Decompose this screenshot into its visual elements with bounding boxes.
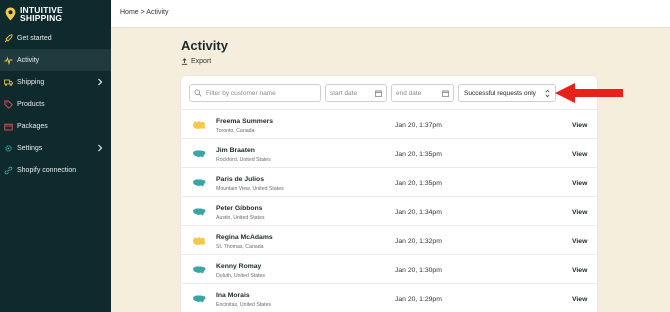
us-map-icon: [193, 179, 206, 187]
request-date: Jan 20, 1:29pm: [395, 296, 442, 303]
breadcrumb-home[interactable]: Home: [120, 9, 139, 16]
table-row: Jim Braaten Rockford, United States Jan 20…: [181, 138, 597, 167]
chevron-right-icon: [98, 144, 103, 152]
customer-location: Rockford, United States: [216, 157, 271, 163]
calendar-icon[interactable]: [375, 90, 382, 97]
select-arrows-icon: [545, 89, 550, 98]
view-link[interactable]: View: [572, 238, 587, 245]
sidebar-item-activity[interactable]: Activity: [0, 49, 111, 71]
sidebar-item-label: Packages: [17, 122, 48, 130]
us-map-icon: [193, 266, 206, 274]
table-row: Regina McAdams St. Thomas, Canada Jan 20, …: [181, 225, 597, 254]
customer-name: Kenny Romay: [216, 263, 262, 270]
customer-location: Encinitas, United States: [216, 302, 272, 308]
customer-name: Regina McAdams: [216, 234, 273, 241]
sidebar-item-packages[interactable]: Packages: [0, 115, 111, 137]
sidebar-nav: Get started Activity Shipping Products P…: [0, 27, 111, 181]
breadcrumb-separator: >: [140, 9, 145, 16]
export-button[interactable]: Export: [181, 58, 211, 65]
customer-name: Paris de Julios: [216, 176, 264, 183]
export-label: Export: [191, 58, 212, 65]
upload-icon: [181, 58, 188, 65]
request-date: Jan 20, 1:34pm: [395, 209, 442, 216]
activity-icon: [4, 55, 13, 65]
gear-icon: [4, 144, 13, 153]
brand-logo[interactable]: INTUITIVE SHIPPING: [0, 0, 111, 28]
sidebar-item-label: Settings: [17, 144, 43, 152]
customer-location: Austin, United States: [216, 215, 265, 221]
sidebar-item-get-started[interactable]: Get started: [0, 27, 111, 49]
link-icon: [4, 166, 13, 175]
table-row: Paris de Julios Mountain View, United Sta…: [181, 167, 597, 196]
activity-card: Successful requests only Freema Summers T…: [181, 76, 597, 312]
customer-name: Peter Gibbons: [216, 205, 263, 212]
end-date-field[interactable]: [391, 84, 454, 102]
top-bar: Home > Activity: [111, 0, 670, 28]
request-date: Jan 20, 1:37pm: [395, 122, 442, 129]
table-row: Ina Morais Encinitas, United States Jan 20…: [181, 283, 597, 312]
tag-icon: [4, 100, 13, 109]
customer-name: Ina Morais: [216, 292, 250, 299]
location-pin-icon: [5, 7, 16, 21]
canada-map-icon: [193, 236, 206, 245]
status-filter-value: Successful requests only: [464, 89, 536, 97]
sidebar-item-label: Shopify connection: [17, 166, 77, 174]
table-row: Kenny Romay Duluth, United States Jan 20, …: [181, 254, 597, 283]
table-row: Freema Summers Toronto, Canada Jan 20, 1:3…: [181, 109, 597, 138]
page-title: Activity: [181, 38, 228, 53]
us-map-icon: [193, 150, 206, 158]
customer-location: St. Thomas, Canada: [216, 244, 264, 250]
sidebar-item-label: Products: [17, 100, 45, 108]
customer-name: Jim Braaten: [216, 147, 255, 154]
us-map-icon: [193, 208, 206, 216]
breadcrumb-current: Activity: [146, 9, 169, 16]
chevron-right-icon: [98, 78, 103, 86]
start-date-field[interactable]: [325, 84, 387, 102]
customer-name: Freema Summers: [216, 118, 274, 125]
search-field[interactable]: [189, 84, 321, 102]
table-row: Peter Gibbons Austin, United States Jan 20…: [181, 196, 597, 225]
customer-location: Toronto, Canada: [216, 128, 255, 134]
box-icon: [4, 122, 13, 131]
sidebar-item-shopify-connection[interactable]: Shopify connection: [0, 159, 111, 181]
sidebar: INTUITIVE SHIPPING Get started Activity …: [0, 0, 111, 312]
view-link[interactable]: View: [572, 267, 587, 274]
annotation-arrow-icon: [555, 83, 623, 103]
search-input[interactable]: [206, 89, 320, 97]
sidebar-item-label: Get started: [17, 34, 52, 42]
view-link[interactable]: View: [572, 296, 587, 303]
brand-line-2: SHIPPING: [20, 13, 63, 23]
status-filter-select[interactable]: Successful requests only: [458, 84, 556, 102]
truck-icon: [4, 78, 13, 87]
canada-map-icon: [193, 120, 206, 129]
sidebar-item-settings[interactable]: Settings: [0, 137, 111, 159]
us-map-icon: [193, 295, 206, 303]
customer-location: Duluth, United States: [216, 273, 266, 279]
sidebar-item-label: Activity: [17, 56, 40, 64]
calendar-icon[interactable]: [442, 90, 449, 97]
sidebar-item-shipping[interactable]: Shipping: [0, 71, 111, 93]
brand-name: INTUITIVE SHIPPING: [20, 6, 63, 23]
rocket-icon: [4, 33, 13, 43]
breadcrumb: Home > Activity: [120, 9, 168, 16]
request-date: Jan 20, 1:35pm: [395, 151, 442, 158]
request-date: Jan 20, 1:35pm: [395, 180, 442, 187]
sidebar-item-label: Shipping: [17, 78, 45, 86]
request-date: Jan 20, 1:30pm: [395, 267, 442, 274]
request-date: Jan 20, 1:32pm: [395, 238, 442, 245]
view-link[interactable]: View: [572, 209, 587, 216]
sidebar-item-products[interactable]: Products: [0, 93, 111, 115]
view-link[interactable]: View: [572, 151, 587, 158]
view-link[interactable]: View: [572, 180, 587, 187]
activity-list: Freema Summers Toronto, Canada Jan 20, 1:3…: [181, 109, 597, 312]
view-link[interactable]: View: [572, 122, 587, 129]
search-icon: [194, 89, 202, 97]
customer-location: Mountain View, United States: [216, 186, 284, 192]
